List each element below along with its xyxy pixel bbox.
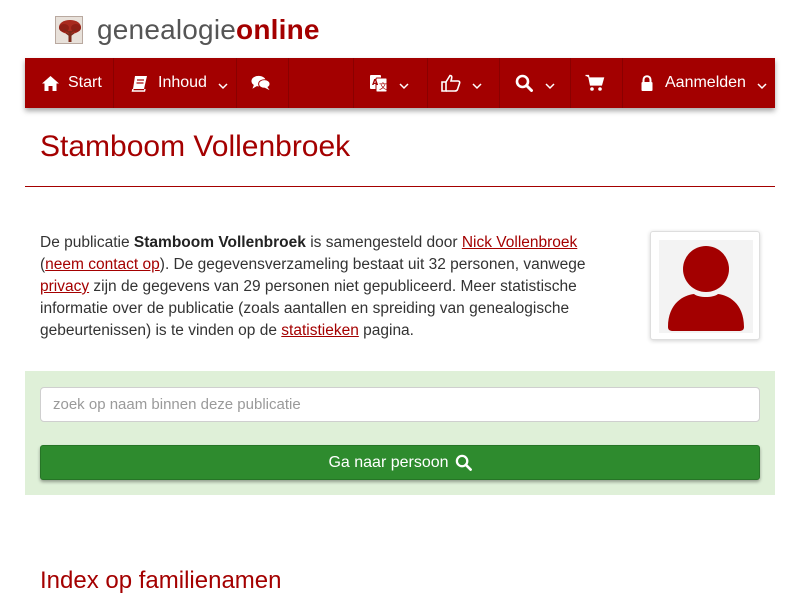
intro-text: De publicatie [40, 234, 134, 251]
tree-icon [55, 16, 83, 44]
home-icon [40, 73, 60, 93]
nav-start-label: Start [68, 74, 102, 91]
page-title: Stamboom Vollenbroek [40, 130, 351, 163]
nav-inhoud[interactable]: Inhoud [130, 58, 228, 108]
author-avatar[interactable] [650, 231, 760, 340]
search-icon [514, 73, 534, 93]
lock-icon [637, 73, 657, 93]
nav-start[interactable]: Start [40, 58, 102, 108]
chevron-down-icon [757, 78, 767, 90]
chevron-down-icon [399, 78, 409, 90]
chevron-down-icon [218, 78, 228, 90]
main-navbar: Start Inhoud A文 Aanmelden [25, 58, 775, 108]
svg-text:文: 文 [379, 81, 387, 91]
person-search-input[interactable] [40, 387, 760, 422]
cart-icon [585, 73, 605, 93]
title-divider [25, 186, 775, 187]
surname-index-title: Index op familienamen [40, 567, 282, 594]
contact-link[interactable]: neem contact op [45, 256, 160, 273]
nav-divider [288, 58, 289, 108]
site-name: genealogieonline [97, 14, 320, 46]
nav-divider [353, 58, 354, 108]
nav-language[interactable]: A文 [368, 58, 409, 108]
nav-forum[interactable] [251, 58, 271, 108]
privacy-link[interactable]: privacy [40, 278, 89, 295]
intro-text: pagina. [358, 322, 414, 339]
nav-aanmelden[interactable]: Aanmelden [637, 58, 767, 108]
chevron-down-icon [472, 78, 482, 90]
nav-cart[interactable] [585, 58, 605, 108]
site-name-part1: genealogie [97, 14, 237, 45]
nav-divider [236, 58, 237, 108]
nav-divider [113, 58, 114, 108]
author-link[interactable]: Nick Vollenbroek [462, 234, 577, 251]
intro-text: is samengesteld door [305, 234, 462, 251]
publication-name: Stamboom Vollenbroek [133, 234, 306, 251]
site-logo[interactable]: genealogieonline [55, 14, 320, 46]
book-icon [130, 73, 150, 93]
comments-icon [251, 73, 271, 93]
go-to-person-label: Ga naar persoon [328, 453, 449, 471]
language-icon: A文 [368, 73, 388, 93]
nav-divider [570, 58, 571, 108]
nav-inhoud-label: Inhoud [158, 74, 207, 91]
nav-divider [499, 58, 500, 108]
search-icon [455, 454, 472, 471]
nav-divider [622, 58, 623, 108]
nav-divider [427, 58, 428, 108]
statistics-link[interactable]: statistieken [281, 322, 359, 339]
nav-aanmelden-label: Aanmelden [665, 74, 746, 91]
site-name-part2: online [236, 14, 320, 45]
chevron-down-icon [545, 78, 555, 90]
nav-search[interactable] [514, 58, 555, 108]
intro-text: ). De gegevensverzameling bestaat uit 32… [159, 256, 586, 273]
nav-share[interactable] [441, 58, 482, 108]
go-to-person-button[interactable]: Ga naar persoon [40, 445, 760, 480]
user-icon [659, 240, 753, 333]
publication-intro: De publicatie Stamboom Vollenbroek is sa… [40, 232, 620, 342]
thumbs-up-icon [441, 73, 461, 93]
person-search-panel: Ga naar persoon [25, 371, 775, 495]
svg-text:A: A [372, 78, 379, 87]
